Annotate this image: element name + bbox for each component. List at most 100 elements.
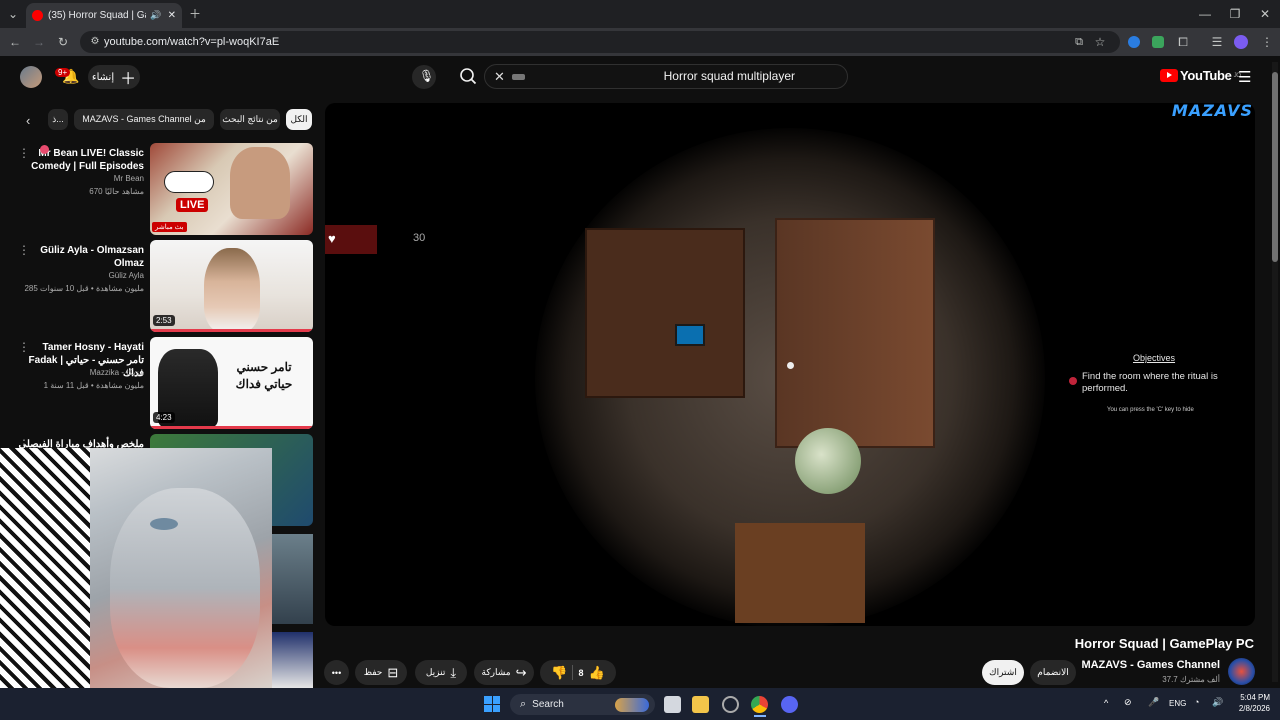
search-icon bbox=[460, 68, 477, 85]
network-icon[interactable]: ⊘ bbox=[1124, 697, 1132, 708]
youtube-logo[interactable]: YouTube JO bbox=[1160, 68, 1241, 83]
minimize-icon[interactable]: — bbox=[1196, 5, 1214, 23]
avatar[interactable] bbox=[20, 66, 42, 88]
profile-icon[interactable] bbox=[1234, 35, 1248, 49]
duration-badge: 2:53 bbox=[153, 315, 175, 326]
extension-shield-icon[interactable] bbox=[1152, 36, 1164, 48]
mic-icon: 🎙 bbox=[419, 69, 435, 83]
keyboard-icon[interactable] bbox=[512, 74, 525, 80]
video-thumbnail[interactable]: 2:53 bbox=[150, 240, 313, 332]
restore-icon[interactable]: ❐ bbox=[1226, 5, 1244, 23]
reading-list-icon[interactable]: ☰ bbox=[1208, 33, 1226, 51]
chip-from-channel[interactable]: MAZAVS - Games Channel من bbox=[74, 109, 214, 130]
url-bar[interactable]: youtube.com/watch?v=pl-woqKI7aE bbox=[80, 31, 1120, 53]
divider bbox=[572, 665, 574, 680]
chip-all[interactable]: الكل bbox=[286, 109, 312, 130]
forward-icon[interactable]: → bbox=[30, 33, 48, 51]
subscribe-button[interactable]: اشتراك bbox=[982, 660, 1024, 685]
thumbnail-text: تامر حسني حياتي فداك bbox=[235, 360, 293, 391]
clock-time: 5:04 PM bbox=[1240, 693, 1270, 702]
search-input[interactable]: Horror squad multiplayer bbox=[484, 64, 848, 89]
start-windows-icon[interactable] bbox=[484, 696, 500, 712]
tab-search-icon[interactable]: ⌄ bbox=[4, 5, 22, 23]
task-view-icon[interactable] bbox=[664, 696, 681, 713]
channel-name[interactable]: MAZAVS - Games Channel bbox=[1081, 659, 1220, 671]
crosshair bbox=[787, 362, 794, 369]
back-icon[interactable]: ← bbox=[6, 33, 24, 51]
video-meta: 670 مشاهد حاليًا bbox=[89, 187, 144, 196]
share-button[interactable]: مشاركة ↪ bbox=[474, 660, 534, 685]
github-icon[interactable] bbox=[722, 696, 739, 713]
portrait-eye bbox=[150, 518, 178, 530]
taskbar-search[interactable]: ⌕ Search bbox=[510, 694, 655, 715]
reload-icon[interactable]: ↻ bbox=[54, 33, 72, 51]
like-dislike-group: 👎 8 👍 bbox=[540, 660, 616, 685]
page-scrollbar[interactable] bbox=[1272, 62, 1278, 682]
health-value: 30 bbox=[413, 232, 426, 244]
video-thumbnail[interactable]: تامر حسني حياتي فداك 4:23 bbox=[150, 337, 313, 429]
install-app-icon[interactable]: ⧉ bbox=[1070, 33, 1088, 51]
clear-search-icon[interactable]: ✕ bbox=[494, 69, 505, 85]
volume-icon[interactable]: 🔊 bbox=[1212, 697, 1223, 708]
clock-date: 2/8/2026 bbox=[1238, 704, 1270, 713]
mic-tray-icon[interactable]: 🎤 bbox=[1148, 697, 1159, 708]
create-button[interactable]: إنشاء ＋ bbox=[88, 65, 140, 89]
game-cabinet bbox=[585, 228, 745, 398]
search-button[interactable] bbox=[452, 64, 486, 89]
list-item[interactable]: تامر حسني حياتي فداك 4:23 Tamer Hosny - … bbox=[0, 337, 320, 431]
speaker-icon[interactable]: 🔊 bbox=[150, 10, 161, 21]
game-screen-object bbox=[675, 324, 705, 346]
save-button[interactable]: حفظ ⊟ bbox=[355, 660, 407, 685]
system-clock[interactable]: 5:04 PM 2/8/2026 bbox=[1239, 692, 1270, 714]
scrollbar-thumb[interactable] bbox=[1272, 72, 1278, 262]
file-explorer-icon[interactable] bbox=[692, 696, 709, 713]
video-player[interactable]: MAZAVS ♥ 30 Objectives Find the room whe… bbox=[325, 103, 1255, 626]
like-icon[interactable]: 👍 bbox=[589, 665, 605, 681]
share-label: مشاركة bbox=[481, 667, 511, 677]
more-options-icon[interactable]: ⋮ bbox=[18, 147, 30, 159]
close-tab-icon[interactable]: ✕ bbox=[168, 10, 176, 21]
extension-icon[interactable] bbox=[1128, 36, 1140, 48]
chip-scroll-left-icon[interactable]: ‹ bbox=[26, 113, 30, 128]
bookmark-star-icon[interactable]: ☆ bbox=[1091, 33, 1109, 51]
wifi-icon[interactable]: ◔ bbox=[1194, 697, 1199, 707]
download-icon: ⤓ bbox=[450, 664, 457, 680]
discord-icon[interactable] bbox=[781, 696, 798, 713]
youtube-favicon-icon bbox=[32, 10, 43, 21]
window-close-icon[interactable]: ✕ bbox=[1256, 5, 1274, 23]
browser-menu-icon[interactable]: ⋮ bbox=[1258, 33, 1276, 51]
site-info-icon[interactable]: ⚙ bbox=[86, 33, 104, 51]
download-button[interactable]: تنزيل ⤓ bbox=[415, 660, 467, 685]
voice-search-button[interactable]: 🎙 bbox=[412, 65, 436, 89]
video-thumbnail[interactable] bbox=[270, 632, 313, 688]
more-actions-button[interactable]: ••• bbox=[324, 660, 349, 685]
more-options-icon[interactable]: ⋮ bbox=[18, 341, 30, 353]
list-item[interactable]: 2:53 Güliz Ayla - Olmazsan Olmaz Güliz A… bbox=[0, 240, 320, 334]
chrome-icon[interactable] bbox=[751, 696, 768, 713]
objective-text: Find the room where the ritual is perfor… bbox=[1082, 371, 1218, 394]
guide-menu-icon[interactable]: ☰ bbox=[1238, 68, 1251, 86]
chip-from-search[interactable]: من نتائج البحث bbox=[220, 109, 280, 130]
list-item[interactable]: LIVE بث مباشر Mr Bean LIVE! Classic Come… bbox=[0, 143, 320, 237]
channel-avatar[interactable] bbox=[1228, 658, 1255, 685]
channel-name[interactable]: Mr Bean bbox=[114, 174, 144, 183]
video-title[interactable]: Güliz Ayla - Olmazsan Olmaz bbox=[28, 244, 144, 270]
dislike-icon[interactable]: 👎 bbox=[551, 665, 567, 681]
more-options-icon[interactable]: ⋮ bbox=[18, 244, 30, 256]
tab-title: (35) Horror Squad | GameP bbox=[48, 10, 146, 21]
taskbar-search-icon: ⌕ bbox=[520, 698, 527, 710]
video-thumbnail[interactable] bbox=[270, 534, 313, 624]
channel-name[interactable]: Mazzika - مزيكا bbox=[90, 368, 144, 377]
browser-tab[interactable]: (35) Horror Squad | GameP 🔊 ✕ bbox=[26, 3, 182, 28]
new-tab-icon[interactable]: ＋ bbox=[186, 5, 204, 23]
video-meta: 285 مليون مشاهدة • قبل 10 سنوات bbox=[24, 284, 144, 293]
tray-chevron-icon[interactable]: ^ bbox=[1104, 698, 1108, 708]
video-thumbnail[interactable]: LIVE بث مباشر bbox=[150, 143, 313, 235]
logo-text: YouTube bbox=[1180, 68, 1232, 83]
chip-more[interactable]: ذ... bbox=[48, 109, 68, 130]
join-button[interactable]: الانضمام bbox=[1030, 660, 1076, 685]
channel-name[interactable]: Güliz Ayla bbox=[109, 271, 144, 280]
language-indicator[interactable]: ENG bbox=[1169, 699, 1186, 708]
extensions-puzzle-icon[interactable]: ⧠ bbox=[1174, 33, 1192, 51]
overlay-portrait-image bbox=[0, 448, 272, 688]
